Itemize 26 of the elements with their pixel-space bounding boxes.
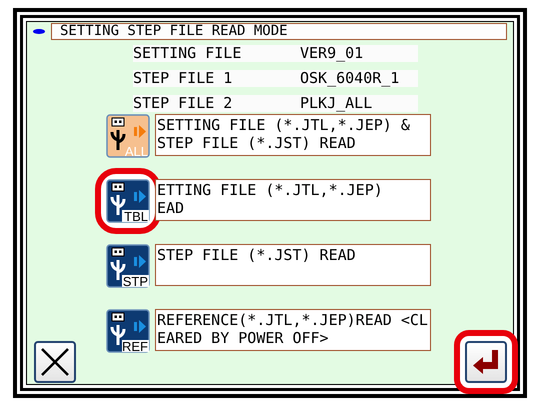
read-mode-button[interactable]: TBL xyxy=(106,179,150,223)
usb-transfer-icon xyxy=(106,309,150,353)
usb-transfer-icon xyxy=(106,114,150,158)
option-description: SETTING FILE (*.JTL,*.JEP) & STEP FILE (*.JST) READ xyxy=(155,114,431,156)
bullet-icon xyxy=(33,29,45,34)
option-description: STEP FILE (*.JST) READ xyxy=(155,244,431,286)
file-label: STEP FILE 2 xyxy=(133,95,300,112)
file-value: PLKJ_ALL xyxy=(300,95,418,112)
option-description: REFERENCE(*.JTL,*.JEP)READ <CL EARED BY POWER OFF> xyxy=(155,309,431,351)
badge-label: ALL xyxy=(124,145,148,158)
close-button[interactable] xyxy=(34,341,76,383)
read-mode-button[interactable]: REF xyxy=(106,309,150,353)
file-label: SETTING FILE xyxy=(133,45,300,62)
usb-transfer-icon xyxy=(106,244,150,288)
badge-label: STP xyxy=(122,275,148,288)
usb-transfer-icon xyxy=(106,179,150,223)
enter-icon xyxy=(472,349,500,375)
file-label: STEP FILE 1 xyxy=(133,70,300,87)
option-description: ETTING FILE (*.JTL,*.JEP) EAD xyxy=(155,179,431,221)
file-value: OSK_6040R_1 xyxy=(300,70,418,87)
badge-label: REF xyxy=(122,340,148,353)
file-value: VER9_01 xyxy=(300,45,418,62)
badge-label: TBL xyxy=(124,210,148,223)
read-mode-button[interactable]: STP xyxy=(106,244,150,288)
close-icon xyxy=(40,347,70,377)
screen-title: SETTING STEP FILE READ MODE xyxy=(51,23,507,40)
